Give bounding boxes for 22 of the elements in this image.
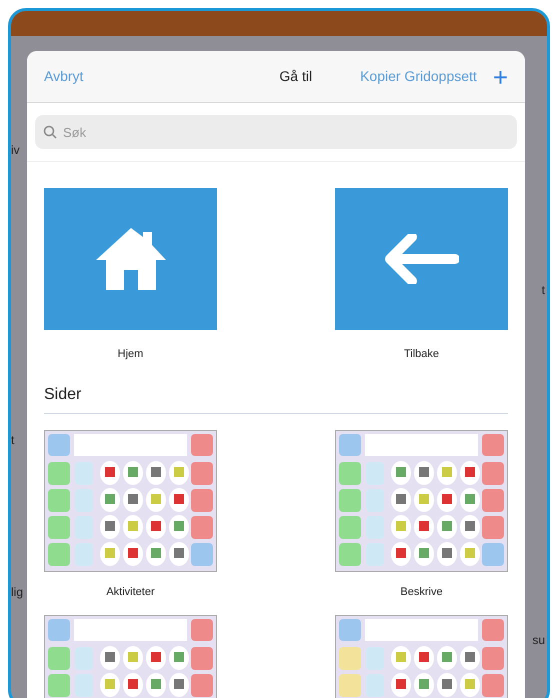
background-text: iv	[11, 142, 20, 159]
search-icon	[43, 125, 57, 139]
cancel-button[interactable]: Avbryt	[44, 66, 84, 87]
add-button[interactable]: +	[492, 64, 508, 90]
background-text: t	[542, 282, 545, 299]
left-arrow-icon	[384, 234, 458, 284]
tile-label: Hjem	[118, 347, 144, 362]
background-text: lig	[11, 584, 24, 601]
home-icon	[94, 226, 168, 292]
page-label: Aktiviteter	[106, 584, 155, 600]
page-label: Beskrive	[400, 584, 443, 600]
search-field[interactable]: Søk	[35, 115, 517, 149]
page-thumbnail-drawing[interactable]	[44, 430, 217, 572]
background-text: su	[532, 632, 545, 649]
section-heading: Sider	[44, 386, 82, 402]
back-tile[interactable]	[335, 188, 508, 330]
dialog-title: Gå til	[279, 67, 312, 86]
background-text: t	[11, 432, 14, 449]
home-tile[interactable]	[44, 188, 217, 330]
tile-label: Tilbake	[404, 347, 440, 362]
page-thumbnail-drawing[interactable]	[335, 430, 508, 572]
copy-grid-button[interactable]: Kopier Gridoppsett	[360, 66, 477, 87]
